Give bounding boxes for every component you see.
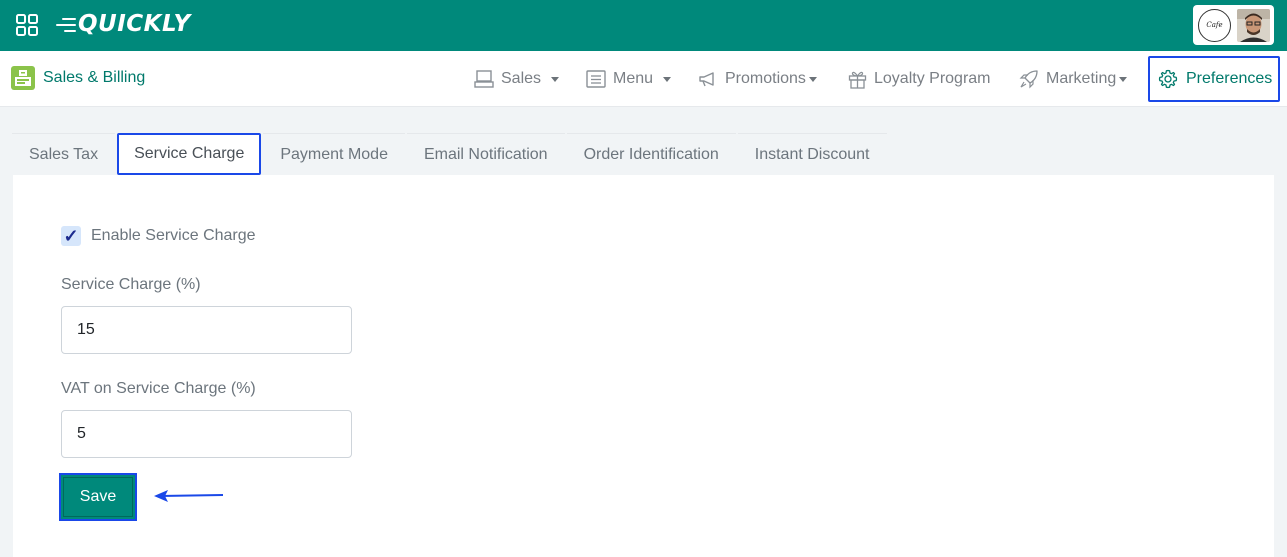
- enable-service-charge-checkbox[interactable]: ✓: [61, 226, 81, 246]
- nav-marketing-label: Marketing: [1046, 70, 1117, 87]
- nav-promotions[interactable]: Promotions: [698, 51, 817, 107]
- nav-loyalty-program[interactable]: Loyalty Program: [848, 51, 991, 107]
- tab-order-identification[interactable]: Order Identification: [566, 133, 736, 175]
- module-title-label: Sales & Billing: [43, 69, 146, 86]
- nav-preferences[interactable]: Preferences: [1148, 56, 1280, 102]
- enable-service-charge-label: Enable Service Charge: [91, 227, 256, 244]
- top-bar: QUICKLY Cafe: [0, 0, 1287, 51]
- tab-email-notification[interactable]: Email Notification: [406, 133, 565, 175]
- vat-on-service-charge-label: VAT on Service Charge (%): [61, 380, 256, 397]
- gift-icon: [848, 71, 867, 89]
- tab-service-charge[interactable]: Service Charge: [117, 133, 262, 175]
- tab-sales-tax[interactable]: Sales Tax: [12, 133, 116, 175]
- nav-sales-label: Sales: [501, 70, 542, 87]
- gear-icon: [1158, 69, 1178, 89]
- nav-promotions-label: Promotions: [725, 70, 806, 87]
- save-button-focus-ring: [63, 477, 133, 517]
- megaphone-icon: [699, 72, 714, 87]
- preferences-tabs: Sales Tax Service Charge Payment Mode Em…: [12, 133, 889, 175]
- menu-list-icon: [586, 70, 606, 88]
- register-icon: [474, 70, 494, 88]
- logo-text: QUICKLY: [78, 11, 191, 37]
- vat-on-service-charge-input[interactable]: [61, 410, 352, 458]
- account-menu[interactable]: Cafe: [1193, 5, 1274, 45]
- chevron-down-icon: [551, 77, 560, 82]
- logo-speed-lines: [56, 17, 76, 32]
- module-navbar: Sales & Billing Sales Menu Promotions Lo…: [0, 51, 1287, 107]
- grid-icon[interactable]: [16, 14, 38, 36]
- avatar: [1237, 8, 1270, 42]
- nav-preferences-label: Preferences: [1186, 70, 1273, 87]
- service-charge-panel: ✓ Enable Service Charge Service Charge (…: [13, 175, 1274, 557]
- save-button[interactable]: Save: [59, 473, 137, 521]
- rocket-icon: [1019, 70, 1038, 89]
- service-charge-label: Service Charge (%): [61, 276, 201, 293]
- nav-sales[interactable]: Sales: [474, 51, 560, 107]
- tab-payment-mode[interactable]: Payment Mode: [263, 133, 405, 175]
- billing-icon: [11, 66, 35, 90]
- module-title[interactable]: Sales & Billing: [11, 66, 145, 90]
- arrow-left-icon: [154, 490, 224, 502]
- enable-service-charge-row[interactable]: ✓ Enable Service Charge: [61, 226, 256, 246]
- restaurant-logo: Cafe: [1198, 8, 1231, 42]
- service-charge-input[interactable]: [61, 306, 352, 354]
- nav-menu[interactable]: Menu: [586, 51, 672, 107]
- chevron-down-icon: [663, 77, 672, 82]
- chevron-down-icon: [808, 77, 817, 82]
- nav-loyalty-program-label: Loyalty Program: [874, 70, 991, 87]
- chevron-down-icon: [1119, 77, 1128, 82]
- app-logo[interactable]: QUICKLY: [56, 11, 191, 37]
- nav-menu-label: Menu: [613, 70, 654, 87]
- tab-instant-discount[interactable]: Instant Discount: [737, 133, 887, 175]
- nav-marketing[interactable]: Marketing: [1019, 51, 1128, 107]
